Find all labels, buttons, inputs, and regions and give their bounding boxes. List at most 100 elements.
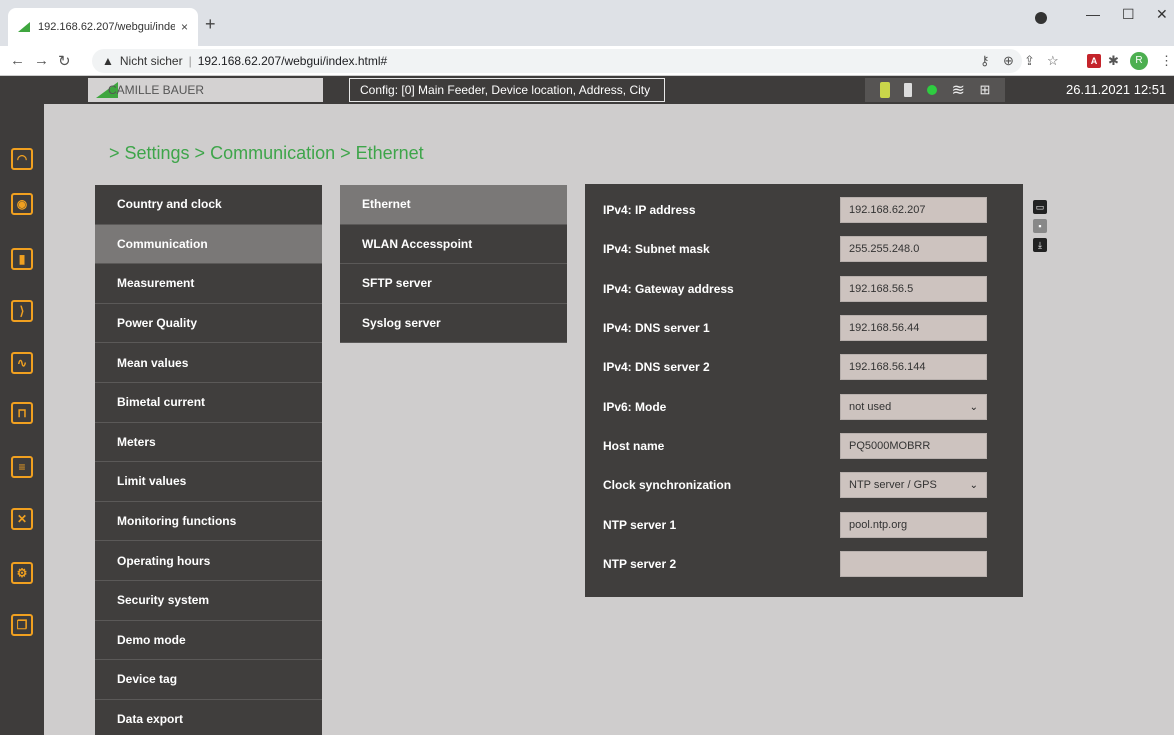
menu-item-security-system[interactable]: Security system (95, 580, 322, 621)
icon-rail: ◠ ◉ ▮ ⟩ ∿ ⊓ ≡ ✕ ⚙ ❐ (0, 104, 44, 735)
subnet-field[interactable]: 255.255.248.0 (840, 236, 987, 262)
favicon-icon (18, 22, 30, 32)
host-field[interactable]: PQ5000MOBRR (840, 433, 987, 459)
dns2-label: IPv4: DNS server 2 (603, 360, 710, 374)
maximize-icon[interactable]: ☐ (1122, 6, 1135, 23)
clock-row: Clock synchronization NTP server / GPS ⌄ (603, 472, 1008, 498)
battery-icon (879, 82, 890, 98)
address-bar[interactable]: ▲ Nicht sicher | 192.168.62.207/webgui/i… (92, 49, 1022, 73)
new-tab-button[interactable]: + (205, 14, 216, 35)
menu-item-measurement[interactable]: Measurement (95, 264, 322, 304)
url-separator: | (188, 54, 192, 68)
pdf-extension-icon[interactable]: A (1087, 54, 1101, 68)
bookmark-star-icon[interactable]: ☆ (1047, 53, 1059, 69)
ntp2-row: NTP server 2 (603, 551, 1008, 577)
menu-item-limit-values[interactable]: Limit values (95, 462, 322, 502)
menu-item-meters[interactable]: Meters (95, 422, 322, 463)
datetime: 26.11.2021 12:51 (1066, 82, 1167, 97)
menu-item-communication[interactable]: Communication (95, 224, 322, 265)
ipv6-mode-value: not used (849, 401, 892, 413)
menu-item-demo-mode[interactable]: Demo mode (95, 620, 322, 661)
list-icon[interactable]: ≡ (11, 456, 33, 478)
ntp2-field[interactable] (840, 551, 987, 577)
gateway-field[interactable]: 192.168.56.5 (840, 276, 987, 302)
ipv6-mode-select[interactable]: not used ⌄ (840, 394, 987, 420)
minimize-icon[interactable]: — (1086, 6, 1100, 22)
menu-item-bimetal-current[interactable]: Bimetal current (95, 382, 322, 423)
settings-gear-icon[interactable]: ⚙ (11, 562, 33, 584)
submenu-item-syslog[interactable]: Syslog server (340, 303, 567, 344)
reload-icon[interactable]: ↻ (58, 52, 71, 70)
open-folder-icon[interactable]: ▭ (1033, 200, 1047, 214)
tools-icon[interactable]: ✕ (11, 508, 33, 530)
avatar[interactable]: R (1130, 52, 1148, 70)
extensions-icon[interactable]: ✱ (1108, 53, 1119, 69)
close-window-icon[interactable]: ✕ (1156, 6, 1168, 23)
gauge-icon[interactable]: ◠ (11, 148, 33, 170)
ip-field[interactable]: 192.168.62.207 (840, 197, 987, 223)
clock-sync-value: NTP server / GPS (849, 479, 937, 491)
waveform-icon[interactable]: ∿ (11, 352, 33, 374)
dns1-row: IPv4: DNS server 1 192.168.56.44 (603, 315, 1008, 341)
ip-row: IPv4: IP address 192.168.62.207 (603, 197, 1008, 223)
network-icon: ⊞ (979, 82, 991, 97)
memory-card-icon (904, 83, 913, 97)
warning-icon: ▲ (102, 54, 114, 68)
bar-chart-icon[interactable]: ▮ (11, 248, 33, 270)
menu-item-operating-hours[interactable]: Operating hours (95, 541, 322, 581)
menu-item-mean-values[interactable]: Mean values (95, 343, 322, 383)
ntp1-row: NTP server 1 pool.ntp.org (603, 512, 1008, 538)
ethernet-settings-panel: IPv4: IP address 192.168.62.207 IPv4: Su… (585, 184, 1023, 597)
dns2-row: IPv4: DNS server 2 192.168.56.144 (603, 354, 1008, 380)
host-row: Host name PQ5000MOBRR (603, 433, 1008, 459)
key-icon[interactable]: ⚷ (980, 53, 990, 69)
tab-close-button[interactable]: × (181, 20, 188, 34)
phasor-icon[interactable]: ⟩ (11, 300, 33, 322)
zoom-icon[interactable]: ⊕ (1003, 53, 1014, 69)
dns1-field[interactable]: 192.168.56.44 (840, 315, 987, 341)
browser-toolbar: ← → ↻ ▲ Nicht sicher | 192.168.62.207/we… (0, 46, 1174, 76)
dns2-field[interactable]: 192.168.56.144 (840, 354, 987, 380)
submenu-item-sftp[interactable]: SFTP server (340, 264, 567, 304)
profile-icon[interactable] (1035, 12, 1047, 24)
pulse-icon[interactable]: ⊓ (11, 402, 33, 424)
menu-icon[interactable]: ⋮ (1160, 53, 1173, 69)
copy-icon[interactable]: ❐ (11, 614, 33, 636)
chevron-down-icon: ⌄ (969, 401, 978, 413)
submenu-item-wlan[interactable]: WLAN Accesspoint (340, 224, 567, 265)
menu-item-monitoring-functions[interactable]: Monitoring functions (95, 501, 322, 542)
menu-item-data-export[interactable]: Data export (95, 699, 322, 735)
ntp1-field[interactable]: pool.ntp.org (840, 512, 987, 538)
subnet-label: IPv4: Subnet mask (603, 242, 710, 256)
subnet-row: IPv4: Subnet mask 255.255.248.0 (603, 236, 1008, 262)
config-label: Config: [0] Main Feeder, Device location… (349, 78, 665, 102)
submenu-item-ethernet[interactable]: Ethernet (340, 185, 567, 225)
gateway-label: IPv4: Gateway address (603, 282, 734, 296)
ip-label: IPv4: IP address (603, 203, 696, 217)
dns1-label: IPv4: DNS server 1 (603, 321, 710, 335)
wifi-icon: ≋ (951, 82, 965, 99)
menu-item-power-quality[interactable]: Power Quality (95, 303, 322, 344)
browser-tab[interactable]: 192.168.62.207/webgui/index.htm × (8, 8, 198, 46)
settings-menu: Country and clock Communication Measurem… (95, 185, 322, 735)
meter-icon[interactable]: ◉ (11, 193, 33, 215)
security-label: Nicht sicher (119, 54, 183, 68)
status-bar: ≋ ⊞ (865, 78, 1005, 102)
forward-icon[interactable]: → (34, 52, 49, 69)
url-text: 192.168.62.207/webgui/index.html# (197, 54, 388, 68)
browser-tab-bar: 192.168.62.207/webgui/index.htm × + — ☐ … (0, 0, 1174, 46)
menu-item-device-tag[interactable]: Device tag (95, 660, 322, 700)
save-disk-icon: ▪ (1033, 219, 1047, 233)
back-icon[interactable]: ← (10, 52, 25, 69)
share-icon[interactable]: ⇪ (1024, 53, 1035, 69)
menu-item-country-clock[interactable]: Country and clock (95, 185, 322, 225)
ntp2-label: NTP server 2 (603, 557, 677, 571)
logo-text: CAMILLE BAUER (108, 83, 205, 97)
status-led-icon (926, 85, 937, 95)
download-icon[interactable]: ⤓ (1033, 238, 1047, 252)
host-label: Host name (603, 439, 665, 453)
ntp1-label: NTP server 1 (603, 518, 677, 532)
logo: CAMILLE BAUER (88, 78, 323, 102)
clock-sync-select[interactable]: NTP server / GPS ⌄ (840, 472, 987, 498)
ipv6-row: IPv6: Mode not used ⌄ (603, 394, 1008, 420)
